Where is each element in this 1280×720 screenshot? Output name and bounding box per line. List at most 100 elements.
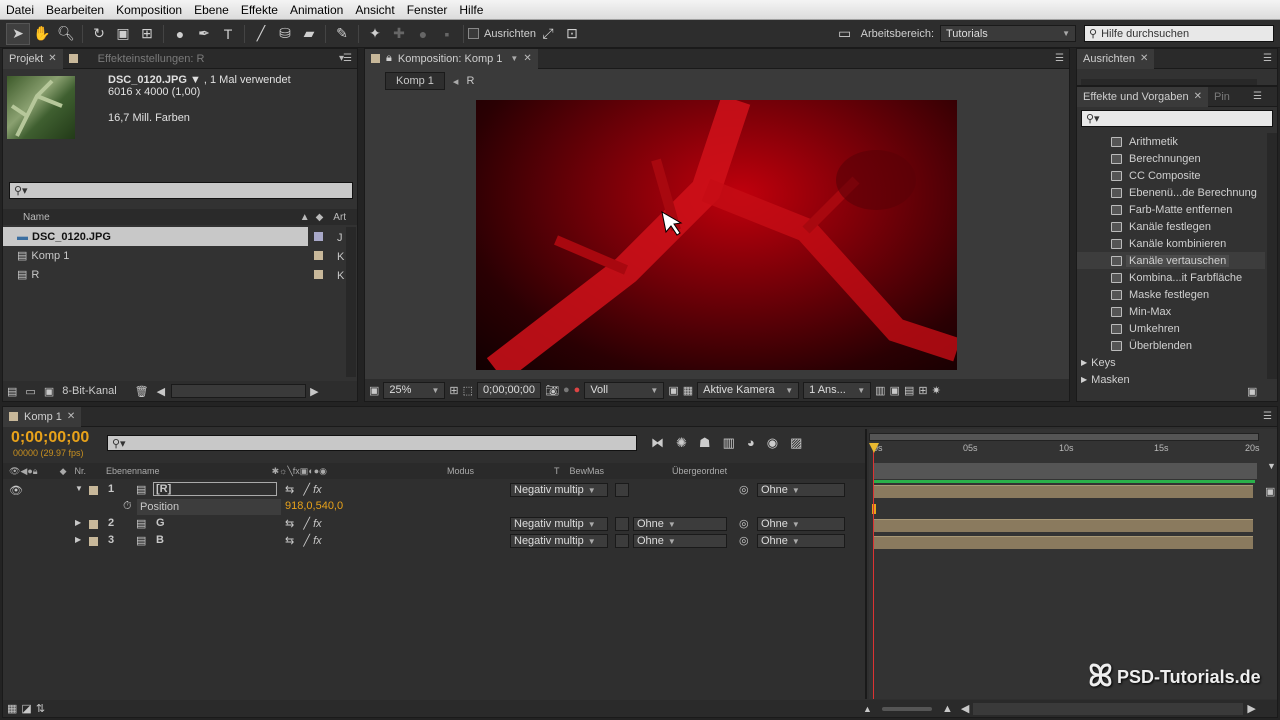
track-matte-dropdown[interactable]: Ohne ▼ [633, 534, 727, 548]
work-area[interactable] [873, 463, 1257, 479]
sort-icon[interactable]: ▲ [300, 212, 310, 223]
blend-mode-dropdown[interactable]: Negativ multip ▼ [510, 534, 608, 548]
layer-label-swatch[interactable] [89, 520, 98, 529]
brainstorm-icon[interactable]: ▨ [790, 435, 802, 451]
list-item[interactable]: Min-Max [1077, 303, 1265, 320]
pan-behind-tool-icon[interactable]: ⊞ [135, 23, 159, 45]
resolution-dropdown[interactable]: Voll ▼ [584, 381, 665, 399]
layer-row[interactable]: ▶ 2 ▤ G ⇆ ╱ fx Negativ multip ▼ Ohne ▼ ◎ O… [3, 516, 868, 533]
breadcrumb-layer[interactable]: R [466, 75, 474, 87]
list-item-selected[interactable]: Kanäle vertauschen [1077, 252, 1265, 269]
stopwatch-icon[interactable]: ⏱︎ [123, 500, 132, 513]
draft-3d-icon[interactable]: ✺ [676, 435, 687, 451]
eye-icon[interactable]: 👁︎ [9, 484, 23, 497]
align-scrollbar[interactable] [1081, 79, 1257, 85]
menu-ansicht[interactable]: Ansicht [349, 3, 400, 17]
align-checkbox[interactable] [468, 28, 479, 39]
preserve-transparency-checkbox[interactable] [615, 483, 629, 497]
time-graph[interactable]: 0s 05s 10s 15s 20s [869, 429, 1277, 699]
expand-icon[interactable]: ⇅ [36, 702, 45, 715]
parent-dropdown[interactable]: Ohne ▼ [757, 534, 845, 548]
menu-bearbeiten[interactable]: Bearbeiten [40, 3, 110, 17]
work-area-bar[interactable] [869, 433, 1259, 441]
effects-scrollbar[interactable] [1267, 133, 1277, 379]
label-icon[interactable]: ◆ [316, 212, 324, 223]
comp-mini-flowchart-icon[interactable]: ⧓ [651, 435, 664, 451]
list-item[interactable]: ▤ Komp 1 [3, 246, 343, 265]
frame-blending-icon[interactable]: ▥ [723, 435, 735, 451]
align-box-icon[interactable]: ⊡ [560, 23, 584, 45]
breadcrumb-comp[interactable]: Komp 1 [385, 72, 445, 90]
new-composition-icon[interactable]: ▣ [44, 385, 54, 398]
keyframe-icon[interactable] [871, 503, 877, 515]
current-time-indicator[interactable] [873, 449, 874, 699]
close-icon[interactable]: ✕ [523, 53, 531, 64]
new-preset-icon[interactable]: ▣ [1247, 385, 1257, 398]
toggle-switches-icon[interactable]: ▦ [7, 702, 17, 715]
align-snap-icon[interactable]: ⤢ [536, 23, 560, 45]
list-item[interactable]: ▤ R [3, 265, 343, 284]
property-row[interactable]: ⏱︎ Position 918,0,540,0 [3, 499, 868, 516]
layer-graph-icon[interactable]: ▣ [1265, 485, 1275, 498]
list-item[interactable]: Arithmetik [1077, 133, 1265, 150]
close-icon[interactable]: ✕ [67, 411, 75, 422]
graph-editor-icon[interactable]: ◉ [767, 435, 778, 451]
motion-blur-icon[interactable]: ◕ [747, 435, 755, 451]
channels-icon[interactable]: ● [574, 384, 581, 396]
panel-menu-icon[interactable]: ▾☰ [339, 53, 352, 64]
selection-tool-icon[interactable]: ➤ [6, 22, 30, 45]
timeline-search-input[interactable]: ⚲▾ [107, 435, 637, 451]
tab-timeline[interactable]: Komp 1 ✕ [3, 406, 82, 427]
panel-menu-icon[interactable]: ☰ [1263, 53, 1272, 64]
fast-preview-icon[interactable]: ▣ [890, 384, 900, 397]
text-tool-icon[interactable]: T [216, 23, 240, 45]
interpret-footage-icon[interactable]: ▤ [7, 385, 17, 398]
tab-effect-controls[interactable]: Effekteinstellungen: R [63, 49, 211, 69]
horizontal-scrollbar[interactable] [171, 384, 307, 398]
preserve-transparency-checkbox[interactable] [615, 517, 629, 531]
toggle-modes-icon[interactable]: ◪ [21, 702, 31, 715]
layer-bar[interactable] [873, 536, 1253, 549]
hand-tool-icon[interactable]: ✋ [30, 23, 54, 45]
list-item[interactable]: Farb-Matte entfernen [1077, 201, 1265, 218]
tab-pin[interactable]: Pin [1208, 87, 1236, 107]
parent-dropdown[interactable]: Ohne ▼ [757, 483, 845, 497]
layer-row[interactable]: 👁︎ ▼ 1 ▤ [R] ⇆ ╱ fx Negativ multip ▼ ◎ Oh… [3, 482, 868, 499]
composition-viewer[interactable] [476, 100, 957, 370]
close-icon[interactable]: ✕ [48, 53, 56, 64]
tab-project[interactable]: Projekt ✕ [3, 48, 63, 69]
puppet-starch-icon[interactable]: ● [411, 23, 435, 45]
label-swatch[interactable] [314, 251, 323, 260]
list-item[interactable]: Kanäle kombinieren [1077, 235, 1265, 252]
panel-menu-icon[interactable]: ☰ [1263, 411, 1272, 422]
brush-tool-icon[interactable]: ╱ [249, 23, 273, 45]
puppet-pin-icon[interactable]: ▪ [435, 23, 459, 45]
workspace-dropdown[interactable]: Tutorials ▼ [940, 25, 1076, 42]
menu-effekte[interactable]: Effekte [235, 3, 284, 17]
pickwhip-icon[interactable]: ◎ [739, 534, 749, 547]
layer-label-swatch[interactable] [89, 486, 98, 495]
pen-tool-icon[interactable]: ✒ [192, 23, 216, 45]
parent-dropdown[interactable]: Ohne ▼ [757, 517, 845, 531]
timeline-hscroll[interactable] [973, 702, 1244, 715]
close-icon[interactable]: ✕ [1194, 91, 1202, 102]
exposure-icon[interactable]: ✷ [932, 384, 941, 397]
list-item[interactable]: Überblenden [1077, 337, 1265, 354]
eraser-tool-icon[interactable]: ▰ [297, 23, 321, 45]
lock-icon[interactable]: 🔒︎ [386, 52, 392, 65]
shy-layers-icon[interactable]: ☗ [699, 435, 711, 451]
show-snapshot-icon[interactable]: ● [563, 384, 570, 396]
camera-dropdown[interactable]: Aktive Kamera ▼ [697, 381, 800, 399]
col-name[interactable]: Name [23, 212, 50, 223]
list-item[interactable]: CC Composite [1077, 167, 1265, 184]
comp-flowchart-icon[interactable]: ⊞ [918, 384, 927, 397]
scroll-right-icon[interactable]: ▶ [310, 385, 318, 398]
list-item[interactable]: Maske festlegen [1077, 286, 1265, 303]
list-item[interactable]: Kombina...it Farbfläche [1077, 269, 1265, 286]
col-type[interactable]: Art [333, 212, 346, 223]
list-item[interactable]: Berechnungen [1077, 150, 1265, 167]
layer-bar[interactable] [873, 485, 1253, 498]
timeline-icon[interactable]: ▤ [904, 384, 914, 397]
snapshot-icon[interactable]: 📷︎ [545, 384, 559, 397]
panel-menu-icon[interactable]: ☰ [1055, 53, 1064, 64]
